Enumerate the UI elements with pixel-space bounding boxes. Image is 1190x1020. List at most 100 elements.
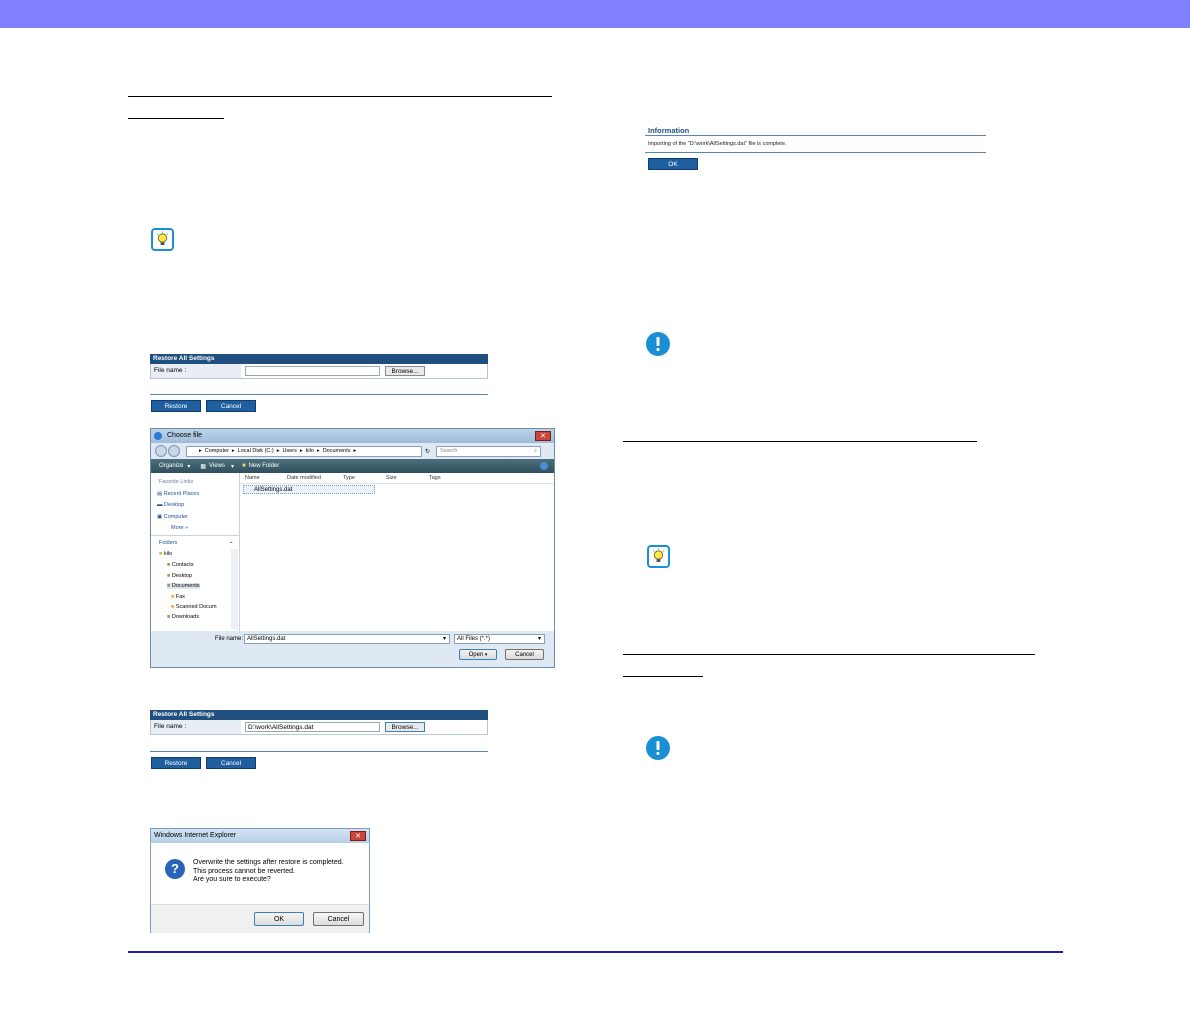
dialog-toolbar: Organize ▾ ▦ Views ▾ ■ New Folder [151, 459, 554, 473]
favorite-links-heading: Favorite Links [159, 479, 194, 485]
chevron-down-icon[interactable]: ⌄ [229, 539, 234, 545]
chevron-down-icon: ▾ [187, 463, 191, 470]
folder-item[interactable]: ■ Scanned Docum [171, 604, 217, 610]
address-crumb[interactable]: kilo [306, 448, 314, 454]
information-title: Information [648, 126, 690, 135]
file-list: Name Date modified Type Size Tags AllSet… [240, 473, 554, 631]
cancel-button[interactable]: Cancel [505, 649, 544, 660]
file-name-input[interactable]: D:\work\AllSettings.dat [245, 722, 380, 732]
close-icon[interactable]: ✕ [535, 431, 551, 441]
choose-file-dialog: Choose file ✕ ▸ Computer ▸ Local Disk (C:… [150, 428, 555, 668]
file-name-row: File name : Browse... [150, 364, 488, 379]
cancel-button[interactable]: Cancel [313, 912, 364, 926]
dialog-title-bar: Choose file ✕ [151, 429, 554, 443]
lightbulb-icon [647, 545, 670, 568]
address-crumb[interactable]: Users [283, 448, 297, 454]
info-divider-bottom [645, 152, 986, 153]
file-name-label: File name : [151, 364, 241, 378]
info-divider-top [645, 135, 986, 136]
favorite-link-item[interactable]: ▬ Desktop [157, 502, 184, 508]
folder-item[interactable]: ■ Fax [171, 594, 185, 600]
favorite-link-item[interactable]: ▤ Recent Places [157, 491, 199, 497]
forward-icon[interactable] [168, 445, 180, 457]
panel-title: Restore All Settings [150, 354, 488, 364]
dialog-title: Windows Internet Explorer [154, 832, 237, 839]
file-item[interactable]: AllSettings.dat [243, 485, 375, 494]
button-row: OK Cancel [151, 904, 369, 933]
column-size[interactable]: Size [386, 475, 397, 481]
folder-item-selected[interactable]: ■ Documents [167, 583, 200, 589]
lightbulb-icon [151, 228, 174, 251]
search-icon: ⌕ [533, 447, 538, 454]
browse-button[interactable]: Browse... [385, 366, 425, 376]
cancel-button[interactable]: Cancel [206, 400, 256, 412]
dialog-footer: File name: AllSettings.dat ▾ All Files (… [151, 631, 554, 667]
file-type-filter[interactable]: All Files (*.*) ▾ [454, 634, 545, 644]
folder-item[interactable]: ■ Contacts [167, 562, 194, 568]
favorite-link-item[interactable]: ▣ Computer [157, 514, 188, 520]
heading-underline-end [623, 676, 703, 677]
top-banner [0, 0, 1190, 28]
file-name-row: File name : D:\work\AllSettings.dat Brow… [150, 720, 488, 735]
folders-scrollbar[interactable] [231, 549, 238, 629]
chevron-down-icon[interactable]: ▾ [538, 635, 541, 644]
refresh-icon[interactable]: ↻ [425, 448, 430, 455]
exclamation-icon [646, 736, 670, 760]
panel-divider [150, 394, 488, 395]
heading-underline [128, 96, 552, 97]
help-icon[interactable] [540, 462, 548, 470]
browse-button[interactable]: Browse... [385, 722, 425, 732]
column-name[interactable]: Name [245, 475, 260, 481]
column-header-row: Name Date modified Type Size Tags [240, 473, 554, 484]
panel-divider [150, 751, 488, 752]
folders-heading[interactable]: Folders [159, 540, 177, 546]
information-message: Importing of the "D:\work\AllSettings.da… [648, 141, 787, 147]
new-folder-button[interactable]: New Folder [249, 463, 280, 469]
restore-button[interactable]: Restore [151, 757, 201, 769]
file-name-input[interactable] [245, 366, 380, 376]
heading-underline-end [128, 118, 224, 119]
column-date-modified[interactable]: Date modified [287, 475, 321, 481]
chevron-down-icon[interactable]: ▾ [443, 635, 446, 644]
folder-item[interactable]: ■ Downloads [167, 614, 199, 620]
address-bar: ▸ Computer ▸ Local Disk (C:) ▸ Users ▸ kilo… [151, 443, 554, 459]
ie-confirm-dialog: Windows Internet Explorer ✕ ? Overwrite … [150, 828, 370, 933]
chevron-down-icon: ▾ [230, 463, 234, 470]
views-icon: ▦ [200, 463, 207, 470]
search-input[interactable]: Search ⌕ [436, 445, 542, 457]
folder-icon: ■ [241, 463, 246, 469]
ok-button[interactable]: OK [648, 158, 698, 170]
footer-rule [128, 951, 1063, 953]
restore-all-settings-panel-filled: Restore All Settings File name : D:\work… [150, 710, 488, 735]
confirm-message: Overwrite the settings after restore is … [193, 859, 344, 883]
question-icon: ? [165, 859, 185, 879]
address-crumb[interactable]: Local Disk (C:) [238, 448, 274, 454]
dialog-title: Choose file [167, 432, 203, 439]
column-tags[interactable]: Tags [429, 475, 441, 481]
open-button[interactable]: Open ▾ [459, 649, 497, 660]
address-crumb[interactable]: Documents [323, 448, 351, 454]
cancel-button[interactable]: Cancel [206, 757, 256, 769]
address-crumb[interactable]: Computer [205, 448, 229, 454]
heading-underline [623, 441, 977, 442]
heading-underline [623, 654, 1035, 655]
organize-menu[interactable]: Organize [159, 463, 183, 469]
exclamation-icon [646, 332, 670, 356]
views-menu[interactable]: Views [209, 463, 225, 469]
dialog-title-bar: Windows Internet Explorer ✕ [151, 829, 369, 843]
panel-title: Restore All Settings [150, 710, 488, 720]
close-icon[interactable]: ✕ [350, 831, 366, 841]
folder-item[interactable]: ■ Desktop [167, 573, 192, 579]
file-name-label: File name : [151, 720, 241, 734]
ok-button[interactable]: OK [254, 912, 304, 926]
favorite-link-item[interactable]: More » [171, 525, 188, 531]
address-path[interactable]: ▸ Computer ▸ Local Disk (C:) ▸ Users ▸ kilo… [186, 445, 422, 457]
ie-logo-icon [154, 432, 162, 440]
back-icon[interactable] [155, 445, 167, 457]
restore-all-settings-panel: Restore All Settings File name : Browse.… [150, 354, 488, 379]
folder-item[interactable]: ■ kilo [159, 551, 172, 557]
column-type[interactable]: Type [343, 475, 355, 481]
restore-button[interactable]: Restore [151, 400, 201, 412]
file-name-label: File name: [215, 636, 244, 642]
file-name-field[interactable]: AllSettings.dat ▾ [244, 634, 450, 644]
